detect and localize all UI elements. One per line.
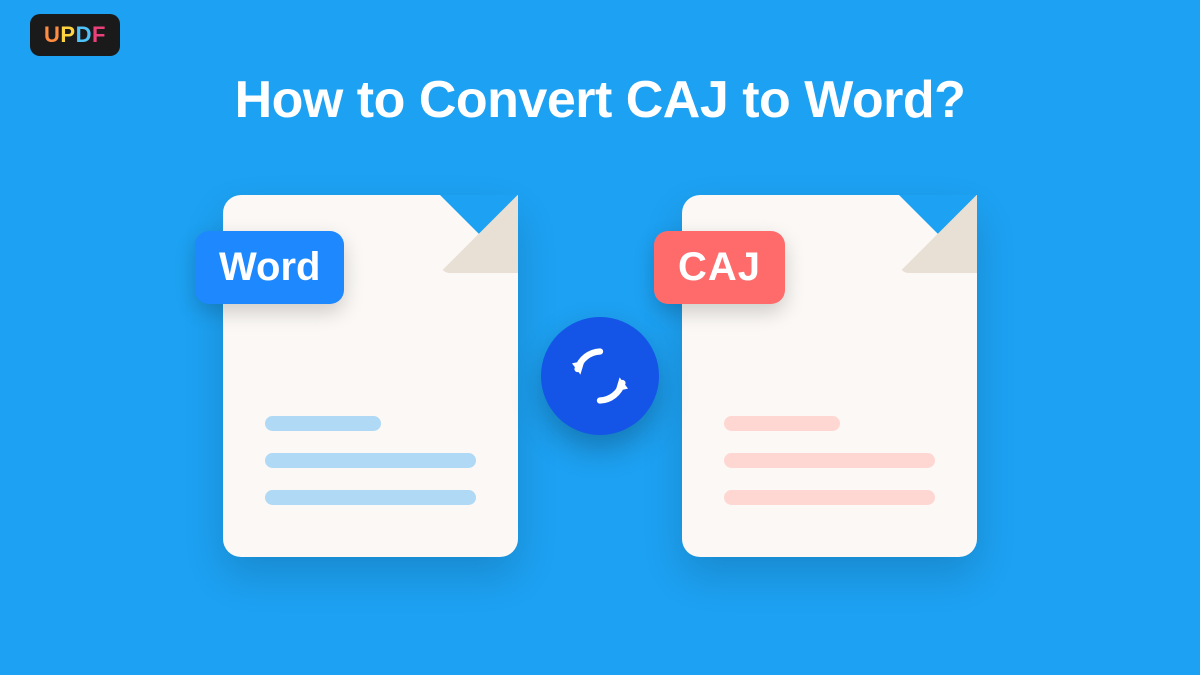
logo-text: UPDF [44, 22, 106, 48]
word-format-badge: Word [195, 231, 344, 304]
convert-button [541, 317, 659, 435]
page-title: How to Convert CAJ to Word? [0, 70, 1200, 130]
page-fold-inner [440, 195, 518, 273]
caj-text-lines [724, 416, 935, 505]
caj-document-card: CAJ [682, 195, 977, 557]
word-document-card: Word [223, 195, 518, 557]
text-line [724, 453, 935, 468]
caj-document: CAJ [682, 195, 977, 557]
text-line [265, 453, 476, 468]
text-line [265, 490, 476, 505]
text-line [724, 416, 840, 431]
page-fold-inner [899, 195, 977, 273]
text-line [265, 416, 381, 431]
logo-letter-u: U [44, 22, 60, 47]
word-text-lines [265, 416, 476, 505]
refresh-arrows-icon [565, 341, 635, 411]
logo-letter-p: P [60, 22, 75, 47]
logo-letter-d: D [76, 22, 92, 47]
word-document: Word [223, 195, 518, 557]
caj-format-badge: CAJ [654, 231, 785, 304]
text-line [724, 490, 935, 505]
conversion-illustration: Word CAJ [0, 195, 1200, 557]
logo-letter-f: F [92, 22, 106, 47]
brand-logo: UPDF [30, 14, 120, 56]
